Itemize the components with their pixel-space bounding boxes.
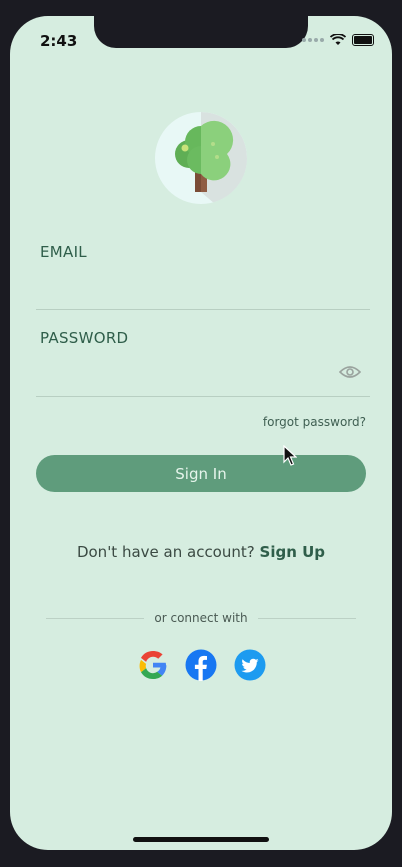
sign-in-label: Sign In xyxy=(175,464,227,483)
password-field[interactable] xyxy=(36,364,370,397)
home-indicator xyxy=(133,837,269,842)
status-time: 2:43 xyxy=(40,32,78,50)
forgot-password-link[interactable]: forgot password? xyxy=(263,415,366,429)
divider-line-right xyxy=(257,617,357,619)
eye-icon[interactable] xyxy=(339,364,361,380)
twitter-icon[interactable] xyxy=(234,649,266,681)
status-icons xyxy=(302,34,374,46)
phone-screen: 2:43 EMAIL PASSWORD forgot password? Sig… xyxy=(10,16,392,850)
connect-divider: or connect with xyxy=(46,611,357,625)
wifi-icon xyxy=(330,34,346,45)
google-icon[interactable] xyxy=(137,649,169,681)
signal-icon xyxy=(302,38,324,42)
facebook-icon[interactable] xyxy=(185,649,217,681)
signup-row: Don't have an account? Sign Up xyxy=(10,543,392,561)
sign-in-button[interactable]: Sign In xyxy=(36,455,366,492)
email-field[interactable] xyxy=(36,277,370,310)
divider-line-left xyxy=(46,617,145,619)
notch xyxy=(94,16,308,48)
password-label: PASSWORD xyxy=(40,329,129,347)
mouse-cursor-icon xyxy=(283,445,297,466)
battery-icon xyxy=(352,34,374,46)
connect-text: or connect with xyxy=(154,611,248,625)
signup-prompt: Don't have an account? xyxy=(76,543,255,561)
email-label: EMAIL xyxy=(40,243,87,261)
sign-up-link[interactable]: Sign Up xyxy=(260,543,326,561)
tree-logo xyxy=(155,112,247,204)
